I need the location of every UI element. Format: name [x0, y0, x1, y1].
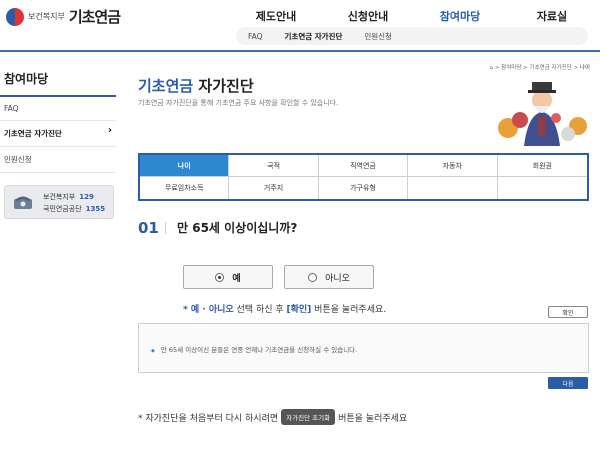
tab-car[interactable]: 자동차	[408, 155, 498, 177]
tab-household-type[interactable]: 가구유형	[318, 177, 409, 199]
instruction-no: 아니오	[208, 305, 234, 315]
call-number-ministry: 129	[79, 193, 94, 201]
gnb-item-participation[interactable]: 참여마당	[414, 8, 506, 24]
no-option-button[interactable]: 아니오	[284, 265, 374, 289]
global-nav: 제도안내 신청안내 참여마당 자료실	[230, 8, 598, 24]
page-title-rest: 자가진단	[193, 77, 254, 95]
reset-self-check-button[interactable]: 자가진단 초기화	[281, 409, 336, 425]
tab-age[interactable]: 나이	[140, 155, 230, 177]
call-label-nps: 국민연금공단	[43, 205, 82, 213]
tab-residence[interactable]: 거주지	[229, 177, 319, 199]
restart-prefix: * 자가진단을 처음부터 다시 하시려면	[138, 413, 279, 424]
no-option-label: 아니오	[325, 273, 350, 284]
call-label-ministry: 보건복지부	[43, 193, 76, 201]
site-header: 보건복지부 기초연금 제도안내 신청안내 참여마당 자료실 FAQ 기초연금 자…	[0, 0, 600, 52]
call-number-nps: 1355	[85, 205, 106, 213]
logo-service-name: 기초연금	[68, 8, 121, 26]
tab-occupational-pension[interactable]: 직역연금	[318, 155, 409, 177]
call-center-box: 보건복지부 129 국민연금공단 1355	[4, 185, 114, 219]
page-description: 기초연금 자가진단을 통해 기초연금 주요 사항을 확인할 수 있습니다.	[138, 99, 339, 107]
sub-nav: FAQ 기초연금 자가진단 민원신청	[236, 27, 588, 45]
home-icon[interactable]: ⌂	[490, 65, 494, 71]
sidebar-item-civil-request[interactable]: 민원신청	[0, 147, 116, 173]
instruction-suffix: 버튼을 눌러주세요.	[311, 305, 387, 315]
instruction-confirm: [확인]	[286, 305, 312, 315]
gnb-item-application-guide[interactable]: 신청안내	[322, 8, 414, 24]
instruction-prefix: *	[183, 305, 191, 315]
tab-membership[interactable]: 회원권	[497, 155, 587, 177]
question-number: 01	[138, 219, 159, 237]
subnav-item-faq[interactable]: FAQ	[248, 32, 263, 41]
question-text: 만 65세 이상이십니까?	[177, 221, 298, 235]
restart-instruction: * 자가진단을 처음부터 다시 하시려면 자가진단 초기화 버튼을 눌러주세요	[138, 409, 407, 425]
call-line-nps: 국민연금공단 1355	[43, 204, 105, 214]
yes-option-button[interactable]: 예	[183, 265, 273, 289]
gnb-item-system-guide[interactable]: 제도안내	[230, 8, 322, 24]
phone-icon	[14, 196, 32, 209]
tab-empty	[408, 177, 498, 199]
sidebar-item-self-check[interactable]: 기초연금 자가진단	[0, 121, 116, 147]
instruction-text: * 예 · 아니오 선택 하신 후 [확인] 버튼을 눌러주세요.	[183, 302, 386, 315]
logo-ministry-text: 보건복지부	[28, 12, 65, 21]
sidebar: 참여마당 FAQ 기초연금 자가진단 민원신청 보건복지부129 국민연금공단1…	[0, 60, 116, 219]
restart-suffix: 버튼을 눌러주세요	[338, 413, 408, 424]
tab-nationality[interactable]: 국적	[229, 155, 319, 177]
elderly-man-illustration	[498, 82, 587, 146]
sidebar-item-faq[interactable]: FAQ	[0, 97, 116, 121]
yes-option-label: 예	[232, 273, 241, 284]
ministry-emblem-icon	[6, 7, 24, 26]
page-title: 기초연금 자가진단	[138, 75, 254, 96]
instruction-dot: ·	[199, 305, 209, 315]
radio-selected-icon	[215, 272, 225, 282]
instruction-middle: 선택 하신 후	[233, 305, 287, 315]
sidebar-title: 참여마당	[0, 60, 116, 97]
instruction-yes: 예	[190, 305, 200, 315]
page-title-highlight: 기초연금	[138, 77, 194, 95]
subnav-item-self-check[interactable]: 기초연금 자가진단	[285, 31, 343, 42]
call-line-ministry: 보건복지부 129	[43, 192, 94, 202]
gnb-item-resources[interactable]: 자료실	[506, 8, 598, 24]
radio-unselected-icon	[308, 272, 318, 282]
criteria-tabs: 나이 국적 직역연금 자동차 회원권 무료임차소득 거주지 가구유형	[138, 153, 589, 201]
next-button[interactable]: 다음	[548, 377, 588, 389]
question-divider	[165, 222, 166, 234]
subnav-item-civil-request[interactable]: 민원신청	[364, 31, 392, 42]
info-box: 만 65세 이상이신 분들은 연중 언제나 기초연금을 신청하실 수 있습니다.	[138, 323, 589, 373]
info-text: 만 65세 이상이신 분들은 연중 언제나 기초연금을 신청하실 수 있습니다.	[151, 344, 357, 354]
site-logo[interactable]: 보건복지부 기초연금	[6, 6, 121, 27]
confirm-button[interactable]: 확인	[548, 306, 588, 318]
tab-free-rent-income[interactable]: 무료임차소득	[140, 177, 230, 199]
